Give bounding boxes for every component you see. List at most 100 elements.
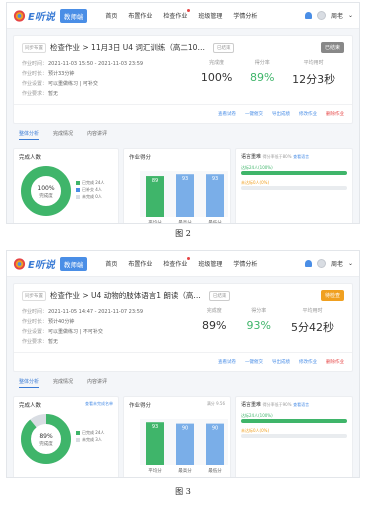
delete-button[interactable]: 删除作业 bbox=[326, 111, 344, 117]
settings-value: 可以重做练习 | 可补交 bbox=[48, 81, 98, 87]
nav-home[interactable]: 首页 bbox=[105, 259, 117, 268]
view-paper-button[interactable]: 查看试卷 bbox=[218, 359, 236, 365]
bar-category-label: 最低分 bbox=[208, 467, 222, 474]
unfinished-list-link[interactable]: 查看未完成名单 bbox=[85, 401, 113, 407]
summary-stats: 完成度 100% 得分率 89% 平均用时 12分3秒 bbox=[192, 59, 344, 99]
tab-overall[interactable]: 整体分析 bbox=[19, 130, 40, 140]
action-bar: 查看试卷 一键催交 导出成绩 修改作业 删除作业 bbox=[14, 352, 352, 371]
legend-swatch bbox=[76, 431, 80, 435]
user-name[interactable]: 周老 bbox=[331, 259, 343, 268]
homework-header-panel: 同步布置 检查作业 > U4 动物的肢体语言1 朗读（高… 已结束 待检查 作业… bbox=[13, 283, 353, 372]
edit-button[interactable]: 修改作业 bbox=[299, 359, 317, 365]
chevron-down-icon[interactable]: ⌄ bbox=[348, 12, 353, 19]
progress-link[interactable]: 查看语言 bbox=[293, 154, 309, 159]
nav-check[interactable]: 检查作业 bbox=[163, 257, 191, 268]
settings-label: 作业设置： bbox=[22, 81, 48, 87]
remind-button[interactable]: 一键催交 bbox=[245, 111, 263, 117]
bar-category-label: 最高分 bbox=[178, 219, 192, 224]
figure-caption-3: 图 3 bbox=[175, 487, 191, 496]
progress-note: 得分率低于90% bbox=[262, 402, 292, 407]
progress-item-fail: 未达标0人(0%) bbox=[241, 180, 347, 190]
score-bar-chart: 93 平均分 90 最高分 90 最低分 bbox=[140, 419, 228, 474]
progress-note: 得分率低于80% bbox=[262, 154, 292, 159]
time-label: 作业时间： bbox=[22, 61, 48, 67]
legend-swatch bbox=[76, 438, 80, 442]
state-button[interactable]: 已结束 bbox=[320, 42, 344, 53]
progress-fill bbox=[241, 419, 347, 423]
progress-item-pass: 达标24人(100%) bbox=[241, 413, 347, 423]
requirement-value: 暂无 bbox=[48, 91, 59, 97]
bar-value-label: 93 bbox=[152, 424, 158, 430]
card-title-text: 完成人数 bbox=[19, 403, 42, 409]
bar-category-label: 最低分 bbox=[208, 219, 222, 224]
role-badge: 教师端 bbox=[59, 8, 88, 23]
export-button[interactable]: 导出成绩 bbox=[272, 111, 290, 117]
brand-logo[interactable]: E听说 教师端 bbox=[13, 256, 88, 271]
card-title: 语言重难 得分率低于90% 查看语言 bbox=[241, 401, 347, 408]
avatar[interactable] bbox=[316, 259, 326, 268]
completion-donut: 100% 完成度 bbox=[21, 166, 71, 216]
notification-dot bbox=[187, 257, 191, 260]
progress-bar bbox=[241, 434, 347, 438]
tab-completion[interactable]: 完成情况 bbox=[53, 378, 73, 388]
stat-label: 完成度 bbox=[209, 60, 225, 66]
delete-button[interactable]: 删除作业 bbox=[326, 359, 344, 365]
legend-swatch bbox=[76, 188, 80, 192]
chevron-down-icon[interactable]: ⌄ bbox=[348, 260, 353, 267]
tab-completion[interactable]: 完成情况 bbox=[53, 130, 73, 140]
bar-value-label: 89 bbox=[152, 178, 158, 184]
score-bar-chart: 89 平均分 93 最高分 93 最低分 bbox=[140, 171, 228, 224]
progress-link[interactable]: 查看语言 bbox=[293, 402, 309, 407]
bell-icon[interactable] bbox=[304, 12, 312, 19]
nav-analysis[interactable]: 学情分析 bbox=[233, 11, 257, 20]
export-button[interactable]: 导出成绩 bbox=[272, 359, 290, 365]
bar-value-label: 93 bbox=[182, 176, 188, 182]
brand-name: E听说 bbox=[28, 260, 55, 271]
tab-review[interactable]: 内容讲评 bbox=[87, 378, 107, 388]
card-title: 语言重难 得分率低于80% 查看语言 bbox=[241, 153, 347, 160]
nav-check[interactable]: 检查作业 bbox=[163, 9, 191, 20]
nav-class[interactable]: 班级管理 bbox=[198, 11, 222, 20]
edit-button[interactable]: 修改作业 bbox=[299, 111, 317, 117]
card-title-text: 作业得分 bbox=[129, 403, 152, 409]
settings-value: 可以重做练习 | 不可补交 bbox=[48, 329, 103, 335]
analysis-tabs: 整体分析 完成情况 内容讲评 bbox=[7, 124, 359, 144]
legend-label: 已补交 4人 bbox=[82, 187, 102, 192]
user-area: 周老 ⌄ bbox=[304, 11, 353, 20]
completion-card: 完成人数 查看未完成名单 89% 完成度 已完成 24人 未完成 3人 bbox=[13, 396, 119, 477]
figure-caption-2: 图 2 bbox=[175, 229, 191, 238]
legend-swatch bbox=[76, 195, 80, 199]
full-score-note: 满分 9.56 bbox=[206, 401, 225, 406]
donut-legend: 已完成 24人 已补交 4人 未完成 0人 bbox=[76, 179, 104, 200]
nav-analysis[interactable]: 学情分析 bbox=[233, 259, 257, 268]
completion-value: 89% bbox=[202, 319, 227, 332]
legend-label: 已完成 24人 bbox=[82, 430, 105, 435]
nav-home[interactable]: 首页 bbox=[105, 11, 117, 20]
stat-label: 完成度 bbox=[206, 308, 222, 314]
status-badge: 已结束 bbox=[208, 290, 231, 301]
view-paper-button[interactable]: 查看试卷 bbox=[218, 111, 236, 117]
avg-time-value: 5分42秒 bbox=[290, 321, 334, 334]
analysis-cards: 完成人数 查看未完成名单 89% 完成度 已完成 24人 未完成 3人 作业得分… bbox=[13, 396, 353, 477]
avg-time-value: 12分3秒 bbox=[292, 73, 336, 86]
top-nav-bar: E听说 教师端 首页 布置作业 检查作业 班级管理 学情分析 周老 ⌄ bbox=[7, 3, 359, 29]
tab-overall[interactable]: 整体分析 bbox=[19, 378, 40, 388]
tab-review[interactable]: 内容讲评 bbox=[87, 130, 107, 140]
role-badge: 教师端 bbox=[59, 256, 88, 271]
score-rate-value: 93% bbox=[246, 319, 271, 332]
nav-assign[interactable]: 布置作业 bbox=[128, 11, 152, 20]
brand-logo[interactable]: E听说 教师端 bbox=[13, 8, 88, 23]
difficulty-card: 语言重难 得分率低于80% 查看语言 达标24人(100%) 未达标0人(0%) bbox=[235, 148, 353, 223]
state-button[interactable]: 待检查 bbox=[320, 290, 344, 301]
nav-check-label: 检查作业 bbox=[163, 261, 188, 268]
avatar[interactable] bbox=[316, 11, 326, 20]
bell-icon[interactable] bbox=[304, 260, 312, 267]
user-name[interactable]: 周老 bbox=[331, 11, 343, 20]
requirement-label: 作业要求： bbox=[22, 91, 48, 97]
nav-class[interactable]: 班级管理 bbox=[198, 259, 222, 268]
nav-assign[interactable]: 布置作业 bbox=[128, 259, 152, 268]
bar-category-label: 平均分 bbox=[148, 467, 162, 474]
completion-card: 完成人数 100% 完成度 已完成 24人 已补交 4人 未完成 0人 bbox=[13, 148, 119, 223]
progress-item-pass: 达标24人(100%) bbox=[241, 165, 347, 175]
remind-button[interactable]: 一键催交 bbox=[245, 359, 263, 365]
